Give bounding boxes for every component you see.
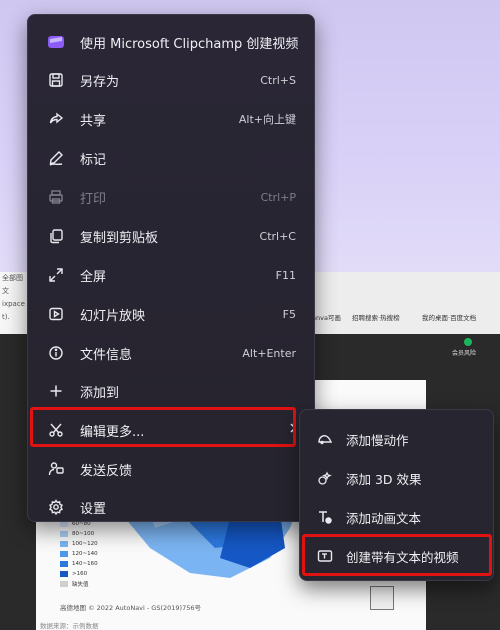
legend-label: 120~140 xyxy=(72,551,98,557)
menu-item-slideshow[interactable]: 幻灯片放映 F5 xyxy=(34,297,310,331)
info-icon xyxy=(46,343,66,363)
submenu-item-label: 添加动画文本 xyxy=(346,510,422,526)
fullscreen-icon xyxy=(46,265,66,285)
plus-icon xyxy=(46,381,66,401)
legend-swatch xyxy=(60,561,68,567)
menu-item-fullscreen[interactable]: 全屏 F11 xyxy=(34,258,310,292)
menu-item-label: 标记 xyxy=(80,152,107,168)
menu-item-file-info[interactable]: 文件信息 Alt+Enter xyxy=(34,336,310,370)
slow-motion-icon xyxy=(316,430,334,448)
legend-label: 80~100 xyxy=(72,531,95,537)
shortcut-text: Ctrl+C xyxy=(259,229,296,243)
menu-item-label: 复制到剪贴板 xyxy=(80,230,159,246)
menu-item-print[interactable]: 打印 Ctrl+P xyxy=(34,180,310,214)
menu-item-label: 文件信息 xyxy=(80,347,133,363)
status-indicator: 会员风险 xyxy=(450,338,500,360)
3d-effects-icon xyxy=(316,469,334,487)
menu-item-label: 添加到 xyxy=(80,385,120,401)
submenu-item-slow-motion[interactable]: 添加慢动作 xyxy=(306,422,488,456)
side-tab-strip: 全部图文 ixpace t). xyxy=(0,272,28,334)
status-dot-icon xyxy=(464,338,472,346)
shortcut-text: F5 xyxy=(282,307,296,321)
shortcut-text: Alt+向上键 xyxy=(238,113,296,126)
menu-item-label: 全屏 xyxy=(80,269,107,285)
slideshow-icon xyxy=(46,304,66,324)
menu-item-label: 幻灯片放映 xyxy=(80,308,146,324)
menu-item-label: 设置 xyxy=(80,501,107,517)
shortcut-text: F11 xyxy=(275,268,296,282)
tab-fragment[interactable]: 全部图文 xyxy=(0,272,27,298)
tab-fragment[interactable]: ixpace xyxy=(0,298,27,311)
submenu-item-label: 添加慢动作 xyxy=(346,432,409,448)
submenu-item-animated-text[interactable]: 添加动画文本 xyxy=(306,500,488,534)
submenu-item-3d-effects[interactable]: 添加 3D 效果 xyxy=(306,461,488,495)
map-legend: 60~80 80~100 100~120 120~140 140~160 >16… xyxy=(60,520,98,590)
legend-label: 140~160 xyxy=(72,561,98,567)
legend-swatch xyxy=(60,541,68,547)
legend-swatch xyxy=(60,531,68,537)
menu-item-label: 发送反馈 xyxy=(80,463,133,479)
menu-item-add-to[interactable]: 添加到 xyxy=(34,374,310,408)
share-icon xyxy=(46,109,66,129)
menu-item-copy[interactable]: 复制到剪贴板 Ctrl+C xyxy=(34,219,310,253)
feedback-icon xyxy=(46,459,66,479)
map-credit: 高德地图 © 2022 AutoNavi - GS(2019)756号 xyxy=(60,604,201,612)
legend-label: 100~120 xyxy=(72,541,98,547)
save-icon xyxy=(46,70,66,90)
legend-label: 缺失值 xyxy=(72,582,89,588)
bookmark-link[interactable]: 我的桌面·百度文档 xyxy=(422,312,476,322)
print-icon xyxy=(46,187,66,207)
map-inset xyxy=(370,586,394,610)
markup-icon xyxy=(46,148,66,168)
menu-item-send-feedback[interactable]: 发送反馈 xyxy=(34,452,310,486)
data-source-note: 数据来源：示例数据 xyxy=(40,622,99,630)
shortcut-text: Alt+Enter xyxy=(242,346,296,360)
shortcut-text: Ctrl+S xyxy=(260,73,296,87)
clipchamp-icon xyxy=(46,32,66,52)
status-text: 会员风险 xyxy=(452,350,477,357)
menu-item-label: 使用 Microsoft Clipchamp 创建视频 xyxy=(80,36,299,52)
menu-item-clipchamp[interactable]: 使用 Microsoft Clipchamp 创建视频 xyxy=(34,25,310,59)
animated-text-icon xyxy=(316,508,334,526)
settings-icon xyxy=(46,497,66,517)
menu-item-settings[interactable]: 设置 xyxy=(34,490,310,524)
menu-item-save-as[interactable]: 另存为 Ctrl+S xyxy=(34,63,310,97)
legend-swatch xyxy=(60,551,68,557)
legend-swatch xyxy=(60,571,68,577)
menu-item-label: 共享 xyxy=(80,113,107,129)
bookmark-link[interactable]: anva可画 xyxy=(312,312,341,322)
submenu-item-label: 添加 3D 效果 xyxy=(346,471,422,487)
legend-label: >160 xyxy=(72,571,88,577)
menu-item-markup[interactable]: 标记 xyxy=(34,141,310,175)
highlight-box xyxy=(302,534,492,576)
bookmark-link[interactable]: 招聘搜索·热搜榜 xyxy=(352,312,400,322)
menu-item-label: 打印 xyxy=(80,191,107,207)
copy-icon xyxy=(46,226,66,246)
shortcut-text: Ctrl+P xyxy=(260,190,296,204)
menu-item-share[interactable]: 共享 Alt+向上键 xyxy=(34,102,310,136)
legend-swatch xyxy=(60,581,68,587)
menu-item-label: 另存为 xyxy=(80,74,120,90)
tab-fragment[interactable]: t). xyxy=(0,311,27,324)
highlight-box xyxy=(30,407,296,447)
